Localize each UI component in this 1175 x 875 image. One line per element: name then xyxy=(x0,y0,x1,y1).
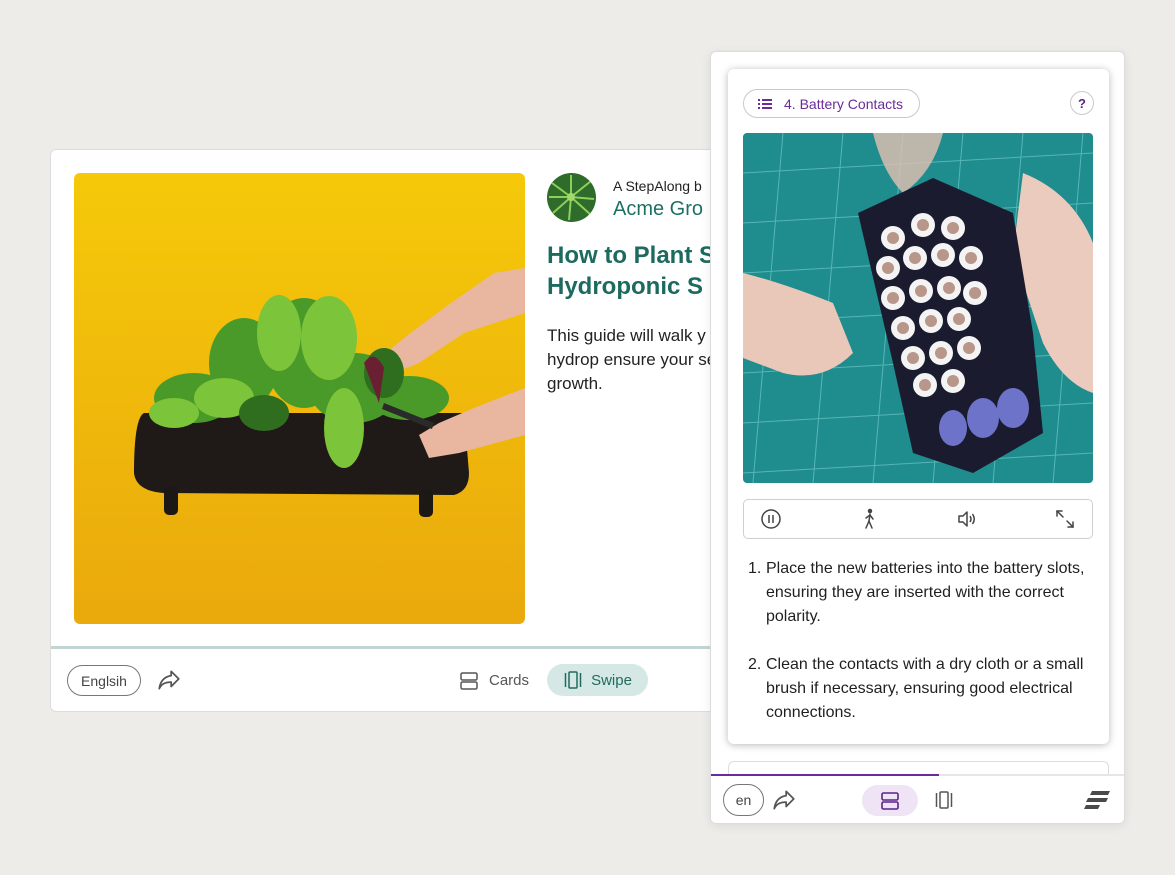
step-instructions: 1. Place the new batteries into the batt… xyxy=(748,557,1093,749)
cards-label: Cards xyxy=(489,672,530,689)
guide-description: This guide will walk y seeds using a hyd… xyxy=(547,326,729,393)
swipe-icon xyxy=(564,671,582,689)
step-video[interactable] xyxy=(743,133,1093,483)
step-card: 4. Battery Contacts ? 1. Place the new b… xyxy=(728,69,1109,744)
share-icon[interactable] xyxy=(156,667,182,693)
author-name[interactable]: Acme Gro xyxy=(613,198,703,221)
stepalong-logo-icon xyxy=(1084,789,1112,811)
guide-footer: Englsih Cards Swipe xyxy=(51,649,729,711)
video-controls xyxy=(743,499,1093,539)
fullscreen-icon[interactable] xyxy=(1053,507,1077,531)
cards-icon xyxy=(460,671,478,690)
author-block: A StepAlong b Acme Gro xyxy=(547,173,729,223)
guide-title-line: How to Plant S xyxy=(547,242,715,269)
step-number: 2. xyxy=(748,656,762,673)
list-item: 1. Place the new batteries into the batt… xyxy=(748,557,1093,629)
share-icon[interactable] xyxy=(771,787,797,813)
language-selector[interactable]: en xyxy=(723,784,764,816)
cards-view-button[interactable]: Cards xyxy=(455,665,533,696)
cards-view-button[interactable] xyxy=(862,785,918,816)
swipe-icon xyxy=(935,791,953,809)
author-prefix: A StepAlong b xyxy=(613,178,702,194)
hero-image xyxy=(74,173,525,624)
list-item: 2. Clean the contacts with a dry cloth o… xyxy=(748,653,1093,725)
mobile-footer: en xyxy=(711,776,1124,823)
step-number: 1. xyxy=(748,560,762,577)
step-label: 4. Battery Contacts xyxy=(784,95,904,112)
pause-icon[interactable] xyxy=(759,507,783,531)
guide-preview-card: A StepAlong b Acme Gro How to Plant S Hy… xyxy=(50,149,730,712)
volume-icon[interactable] xyxy=(955,507,979,531)
author-avatar xyxy=(547,173,596,222)
step-selector[interactable]: 4. Battery Contacts xyxy=(743,89,921,118)
cards-icon xyxy=(881,791,899,810)
language-selector[interactable]: Englsih xyxy=(67,665,141,696)
step-text: Place the new batteries into the battery… xyxy=(766,560,1085,625)
swipe-view-button[interactable] xyxy=(931,787,957,813)
walk-icon[interactable] xyxy=(857,507,881,531)
list-icon xyxy=(758,98,772,109)
help-button[interactable]: ? xyxy=(1070,91,1094,115)
swipe-label: Swipe xyxy=(591,671,632,689)
swipe-view-button[interactable]: Swipe xyxy=(547,664,648,696)
guide-title-line: Hydroponic S xyxy=(547,273,704,300)
mobile-preview: 4. Battery Contacts ? 1. Place the new b… xyxy=(710,51,1125,824)
step-text: Clean the contacts with a dry cloth or a… xyxy=(766,656,1084,721)
guide-title: How to Plant S Hydroponic S xyxy=(547,240,729,302)
